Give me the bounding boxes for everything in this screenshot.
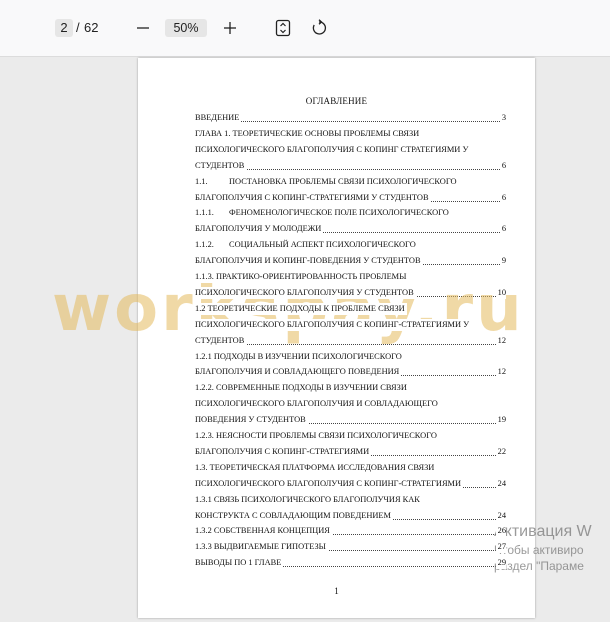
toc-line-page: 19 [495, 414, 506, 427]
zoom-out-button[interactable] [131, 16, 155, 40]
toc-line-text: СОЦИАЛЬНЫЙ АСПЕКТ ПСИХОЛОГИЧЕСКОГО [229, 239, 418, 252]
toc-line: БЛАГОПОЛУЧИЯ С КОПИНГ-СТРАТЕГИЯМИ У СТУД… [195, 191, 506, 204]
toc-line: 1.2.2. СОВРЕМЕННЫЕ ПОДХОДЫ В ИЗУЧЕНИИ СВ… [195, 382, 506, 395]
toc-line: 1.2.3. НЕЯСНОСТИ ПРОБЛЕМЫ СВЯЗИ ПСИХОЛОГ… [195, 430, 506, 442]
current-page-input[interactable]: 2 [55, 19, 73, 37]
toc-line-text: БЛАГОПОЛУЧИЯ И СОВЛАДАЮЩЕГО ПОВЕДЕНИЯ [195, 366, 402, 379]
toc-line-text: 1.2 ТЕОРЕТИЧЕСКИЕ ПОДХОДЫ К ПРОБЛЕМЕ СВЯ… [195, 302, 407, 315]
fit-page-icon [275, 19, 291, 37]
toc-line-number: 1.1. [195, 175, 208, 188]
rotate-icon [312, 19, 327, 35]
toc-line: ПСИХОЛОГИЧЕСКОГО БЛАГОПОЛУЧИЯ У СТУДЕНТО… [195, 286, 506, 299]
toc-line-number: 1.1.2. [195, 239, 214, 252]
toc-line-text: 1.2.2. СОВРЕМЕННЫЕ ПОДХОДЫ В ИЗУЧЕНИИ СВ… [195, 382, 409, 395]
toc-line-text: СТУДЕНТОВ [195, 334, 247, 347]
toc-line: 1.2 ТЕОРЕТИЧЕСКИЕ ПОДХОДЫ К ПРОБЛЕМЕ СВЯ… [195, 302, 506, 315]
toc-line: СТУДЕНТОВ 6 [195, 159, 506, 172]
toc-line-text: ПОСТАНОВКА ПРОБЛЕМЫ СВЯЗИ ПСИХОЛОГИЧЕСКО… [229, 175, 459, 188]
toc-line: 1.1.3. ПРАКТИКО-ОРИЕНТИРОВАННОСТЬ ПРОБЛЕ… [195, 271, 506, 283]
toc-line-text: ПСИХОЛОГИЧЕСКОГО БЛАГОПОЛУЧИЯ С КОПИНГ-С… [195, 318, 472, 331]
toc-line: БЛАГОПОЛУЧИЯ И СОВЛАДАЮЩЕГО ПОВЕДЕНИЯ 12 [195, 366, 506, 379]
minus-icon [137, 27, 149, 29]
toc-line: СТУДЕНТОВ 12 [195, 334, 506, 347]
rotate-button[interactable] [307, 16, 331, 40]
toc-line: БЛАГОПОЛУЧИЯ У МОЛОДЕЖИ 6 [195, 223, 506, 236]
toc-line-text: 1.2.1 ПОДХОДЫ В ИЗУЧЕНИИ ПСИХОЛОГИЧЕСКОГ… [195, 350, 404, 363]
toc-line-text: 1.3.1 СВЯЗЬ ПСИХОЛОГИЧЕСКОГО БЛАГОПОЛУЧИ… [195, 493, 422, 506]
toc-line-text: ПСИХОЛОГИЧЕСКОГО БЛАГОПОЛУЧИЯ У СТУДЕНТО… [195, 286, 416, 299]
toc-line: ГЛАВА 1. ТЕОРЕТИЧЕСКИЕ ОСНОВЫ ПРОБЛЕМЫ С… [195, 127, 506, 140]
page-separator: / [76, 20, 80, 35]
toc-line: 1.1. ПОСТАНОВКА ПРОБЛЕМЫ СВЯЗИ ПСИХОЛОГИЧ… [195, 175, 506, 188]
toc-line: 1.3. ТЕОРЕТИЧЕСКАЯ ПЛАТФОРМА ИССЛЕДОВАНИ… [195, 461, 506, 474]
toc-line-text: 1.3.3 ВЫДВИГАЕМЫЕ ГИПОТЕЗЫ [195, 541, 328, 554]
toc-line-text: КОНСТРУКТА С СОВЛАДАЮЩИМ ПОВЕДЕНИЕМ [195, 509, 393, 522]
toc-line-text: ФЕНОМЕНОЛОГИЧЕСКОЕ ПОЛЕ ПСИХОЛОГИЧЕСКОГО [229, 207, 451, 220]
plus-icon [224, 22, 236, 34]
toc-line-page: 12 [495, 334, 506, 347]
toc-line: ПСИХОЛОГИЧЕСКОГО БЛАГОПОЛУЧИЯ С КОПИНГ-С… [195, 477, 506, 490]
toc-line: ПОВЕДЕНИЯ У СТУДЕНТОВ 19 [195, 414, 506, 427]
toc-line: БЛАГОПОЛУЧИЯ С КОПИНГ-СТРАТЕГИЯМИ 22 [195, 445, 506, 458]
toc-line-page: 12 [495, 366, 506, 379]
toc-line-page: 24 [495, 509, 506, 522]
toc-line: ПСИХОЛОГИЧЕСКОГО БЛАГОПОЛУЧИЯ И СОВЛАДАЮ… [195, 398, 506, 411]
toc-line-text: ПСИХОЛОГИЧЕСКОГО БЛАГОПОЛУЧИЯ И СОВЛАДАЮ… [195, 398, 440, 411]
toc-line-text: СТУДЕНТОВ [195, 159, 247, 172]
toc-line-text: 1.3.2 СОБСТВЕННАЯ КОНЦЕПЦИЯ [195, 525, 332, 538]
toc-line-text: БЛАГОПОЛУЧИЯ С КОПИНГ-СТРАТЕГИЯМИ [195, 445, 372, 458]
toc-line-page: 3 [499, 112, 506, 124]
toc-line: БЛАГОПОЛУЧИЯ И КОПИНГ-ПОВЕДЕНИЯ У СТУДЕН… [195, 255, 506, 268]
toc-title: ОГЛАВЛЕНИЕ [305, 96, 368, 106]
toc-line: 1.2.1 ПОДХОДЫ В ИЗУЧЕНИИ ПСИХОЛОГИЧЕСКОГ… [195, 350, 506, 363]
toc-line-text: ГЛАВА 1. ТЕОРЕТИЧЕСКИЕ ОСНОВЫ ПРОБЛЕМЫ С… [195, 127, 422, 140]
zoom-in-button[interactable] [218, 16, 242, 40]
toc-line: КОНСТРУКТА С СОВЛАДАЮЩИМ ПОВЕДЕНИЕМ 24 [195, 509, 506, 522]
toc-line-page: 22 [495, 445, 506, 458]
toc-line-page: 9 [499, 255, 506, 268]
toc-line-page: 6 [499, 223, 506, 236]
toc-line: 1.3.2 СОБСТВЕННАЯ КОНЦЕПЦИЯ 26 [195, 525, 506, 538]
toc-line-text: 1.3. ТЕОРЕТИЧЕСКАЯ ПЛАТФОРМА ИССЛЕДОВАНИ… [195, 461, 437, 474]
zoom-level[interactable]: 50% [165, 19, 207, 37]
toc-line-text: БЛАГОПОЛУЧИЯ У МОЛОДЕЖИ [195, 223, 324, 236]
toc-line: 1.3.3 ВЫДВИГАЕМЫЕ ГИПОТЕЗЫ 27 [195, 541, 506, 554]
toc-line-text: ПСИХОЛОГИЧЕСКОГО БЛАГОПОЛУЧИЯ С КОПИНГ-С… [195, 477, 464, 490]
toc-line-text: ПСИХОЛОГИЧЕСКОГО БЛАГОПОЛУЧИЯ С КОПИНГ С… [195, 143, 471, 156]
toc-line-text: 1.1.3. ПРАКТИКО-ОРИЕНТИРОВАННОСТЬ ПРОБЛЕ… [195, 271, 409, 283]
toc-line-page: 6 [499, 191, 506, 204]
toc-line: ПСИХОЛОГИЧЕСКОГО БЛАГОПОЛУЧИЯ С КОПИНГ С… [195, 143, 506, 156]
toc-line-text: 1.2.3. НЕЯСНОСТИ ПРОБЛЕМЫ СВЯЗИ ПСИХОЛОГ… [195, 430, 439, 442]
toc-line: ВВЕДЕНИЕ 3 [195, 112, 506, 124]
toc-line-text: ПОВЕДЕНИЯ У СТУДЕНТОВ [195, 414, 308, 427]
toc-line: 1.3.1 СВЯЗЬ ПСИХОЛОГИЧЕСКОГО БЛАГОПОЛУЧИ… [195, 493, 506, 506]
toc-line-text: ВЫВОДЫ ПО 1 ГЛАВЕ [195, 557, 284, 570]
total-pages: 62 [84, 20, 99, 35]
page-number: 1 [334, 586, 339, 596]
toc-line-number: 1.1.1. [195, 207, 214, 220]
toc-line: 1.1.2. СОЦИАЛЬНЫЙ АСПЕКТ ПСИХОЛОГИЧЕСКОГО [195, 239, 506, 252]
toc-line-page: 29 [495, 557, 506, 570]
toc-line-text: ВВЕДЕНИЕ [195, 112, 242, 124]
toc-line: ВЫВОДЫ ПО 1 ГЛАВЕ 29 [195, 557, 506, 570]
toc-line-page: 10 [495, 286, 506, 299]
toc-line-text: БЛАГОПОЛУЧИЯ И КОПИНГ-ПОВЕДЕНИЯ У СТУДЕН… [195, 255, 423, 268]
fit-page-button[interactable] [271, 16, 295, 40]
toc-line-page: 24 [495, 477, 506, 490]
toc-line-text: БЛАГОПОЛУЧИЯ С КОПИНГ-СТРАТЕГИЯМИ У СТУД… [195, 191, 431, 204]
toc-line: 1.1.1. ФЕНОМЕНОЛОГИЧЕСКОЕ ПОЛЕ ПСИХОЛОГИЧ… [195, 207, 506, 220]
toc-line-page: 26 [495, 525, 506, 538]
toc-line-page: 6 [499, 159, 506, 172]
toc-line: ПСИХОЛОГИЧЕСКОГО БЛАГОПОЛУЧИЯ С КОПИНГ-С… [195, 318, 506, 331]
toc-line-page: 27 [495, 541, 506, 554]
document-page[interactable]: ОГЛАВЛЕНИЕ ВВЕДЕНИЕ 3 ГЛАВА 1. ТЕОРЕТИЧЕСК… [138, 58, 535, 618]
pdf-toolbar: 2 / 62 50% [0, 0, 610, 57]
